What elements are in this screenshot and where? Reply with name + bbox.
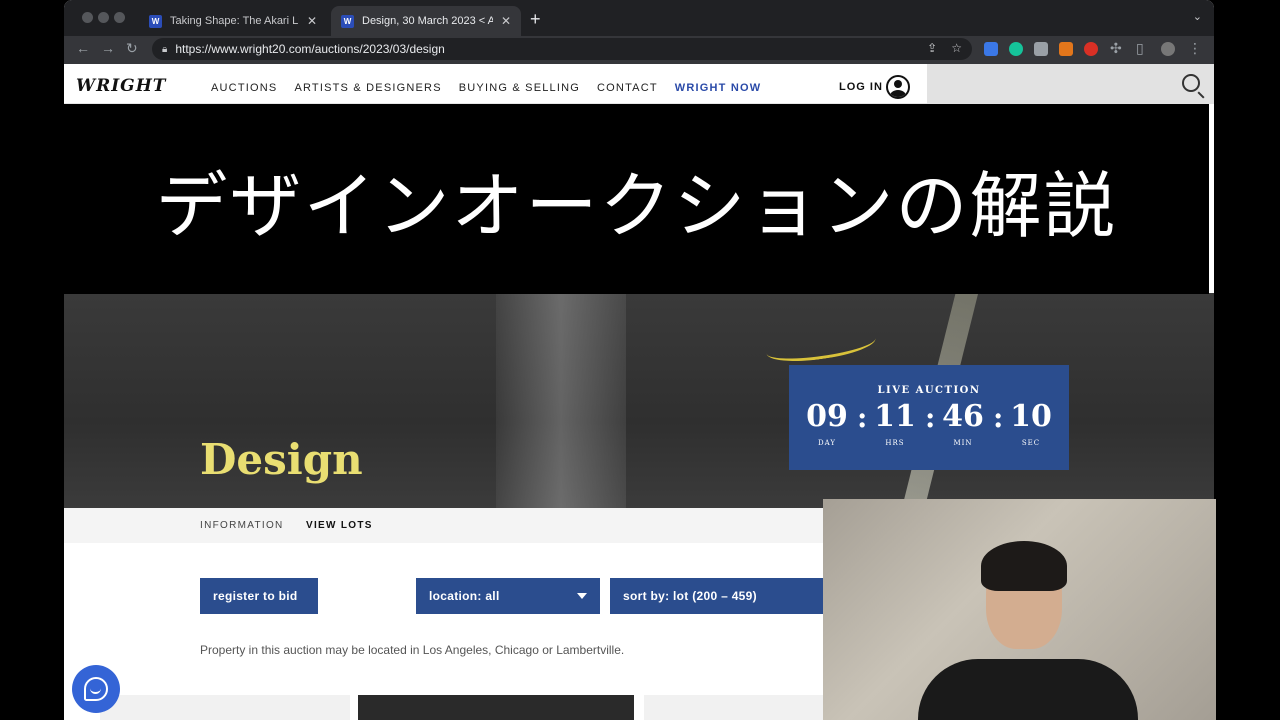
nav-item-buying-selling[interactable]: BUYING & SELLING: [459, 82, 580, 94]
countdown-caption: SEC: [1021, 439, 1041, 447]
location-notice: Property in this auction may be located …: [200, 643, 625, 657]
presenter-body: [918, 659, 1138, 720]
tab-information[interactable]: INFORMATION: [200, 520, 284, 531]
countdown-hours: 11 HRS: [865, 399, 925, 447]
nav-item-artists-designers[interactable]: ARTISTS & DESIGNERS: [294, 82, 441, 94]
browser-menu-icon[interactable]: ⋮: [1188, 40, 1202, 57]
reload-icon[interactable]: ↻: [126, 40, 138, 57]
extension-icon[interactable]: [1034, 42, 1048, 56]
countdown-caption: MIN: [953, 439, 973, 447]
login-link[interactable]: LOG IN: [839, 81, 883, 93]
browser-tab-design[interactable]: W Design, 30 March 2023 < Aucti ✕: [331, 6, 521, 36]
hero-image-glass: [496, 293, 626, 508]
share-icon[interactable]: ⇪: [927, 41, 937, 55]
browser-toolbar: ← → ↻ 🔒︎ https://www.wright20.com/auctio…: [64, 36, 1214, 64]
countdown-caption: HRS: [885, 439, 905, 447]
tab-title: Design, 30 March 2023 < Aucti: [362, 15, 493, 27]
main-nav: AUCTIONS ARTISTS & DESIGNERS BUYING & SE…: [211, 82, 761, 94]
back-arrow-icon[interactable]: ←: [76, 40, 90, 56]
extension-icon[interactable]: [1084, 42, 1098, 56]
profile-avatar-icon[interactable]: [1161, 42, 1175, 56]
countdown-timer: LIVE AUCTION 09 DAY : 11 HRS : 46 MIN :: [789, 365, 1069, 470]
tab-bar: W Taking Shape: The Akari Light ✕ W Desi…: [64, 0, 1214, 36]
nav-item-wright-now[interactable]: WRIGHT NOW: [675, 82, 762, 94]
wright-logo[interactable]: WRIGHT: [76, 76, 166, 96]
lot-card[interactable]: [100, 695, 350, 720]
url-text: https://www.wright20.com/auctions/2023/0…: [175, 42, 445, 56]
wright-favicon-icon: W: [149, 14, 162, 28]
countdown-value: 09: [806, 399, 848, 434]
lot-card[interactable]: [644, 695, 844, 720]
bookmark-star-icon[interactable]: ☆: [951, 41, 962, 55]
tab-close-icon[interactable]: ✕: [307, 14, 317, 28]
maximize-window-dot[interactable]: [114, 12, 125, 23]
browser-tab-akari[interactable]: W Taking Shape: The Akari Light ✕: [139, 6, 327, 36]
register-to-bid-button[interactable]: register to bid: [200, 578, 318, 614]
location-select[interactable]: location: all: [416, 578, 600, 614]
auction-title: Design: [200, 435, 363, 484]
countdown-caption: DAY: [817, 439, 836, 447]
search-panel[interactable]: [927, 64, 1214, 104]
close-window-dot[interactable]: [82, 12, 93, 23]
tab-title: Taking Shape: The Akari Light: [170, 15, 299, 27]
caption-text: デザインオークションの解説: [155, 163, 1118, 248]
new-tab-button[interactable]: +: [530, 9, 541, 30]
countdown-value: 10: [1010, 399, 1052, 434]
countdown-days: 09 DAY: [797, 399, 857, 447]
sort-select[interactable]: sort by: lot (200 – 459): [610, 578, 824, 614]
presenter-hair: [981, 541, 1067, 591]
address-bar[interactable]: 🔒︎ https://www.wright20.com/auctions/202…: [152, 38, 972, 60]
countdown-minutes: 46 MIN: [933, 399, 993, 447]
webcam-overlay: [823, 499, 1216, 720]
nav-item-contact[interactable]: CONTACT: [597, 82, 658, 94]
hero-image-feather: [764, 325, 878, 367]
user-icon[interactable]: [886, 75, 910, 99]
tab-search-button[interactable]: ⌄: [1193, 10, 1202, 23]
grammarly-icon[interactable]: [1009, 42, 1023, 56]
extensions-puzzle-icon[interactable]: ✣: [1110, 40, 1122, 57]
lot-card[interactable]: [358, 695, 634, 720]
minimize-window-dot[interactable]: [98, 12, 109, 23]
countdown-seconds: 10 SEC: [1001, 399, 1061, 447]
forward-arrow-icon[interactable]: →: [101, 40, 115, 56]
sort-select-value: sort by: lot (200 – 459): [623, 589, 757, 603]
wright-favicon-icon: W: [341, 14, 354, 28]
video-caption-overlay: デザインオークションの解説: [64, 104, 1209, 294]
side-panel-icon[interactable]: ▯: [1136, 40, 1144, 57]
hero-banner: Design LIVE AUCTION 09 DAY : 11 HRS : 46…: [64, 293, 1214, 508]
metamask-icon[interactable]: [1059, 42, 1073, 56]
tab-close-icon[interactable]: ✕: [501, 14, 511, 28]
countdown-label: LIVE AUCTION: [877, 385, 981, 396]
lock-icon: 🔒︎: [162, 43, 168, 55]
location-select-value: location: all: [429, 589, 500, 603]
countdown-value: 11: [874, 399, 916, 434]
search-icon[interactable]: [1182, 74, 1200, 92]
extension-icon[interactable]: [984, 42, 998, 56]
chat-bubble-icon: [84, 677, 108, 701]
chat-button[interactable]: [72, 665, 120, 713]
chevron-down-icon: [577, 593, 587, 599]
site-header: WRIGHT AUCTIONS ARTISTS & DESIGNERS BUYI…: [64, 64, 1214, 104]
tab-view-lots[interactable]: VIEW LOTS: [306, 520, 373, 531]
countdown-value: 46: [942, 399, 984, 434]
nav-item-auctions[interactable]: AUCTIONS: [211, 82, 277, 94]
